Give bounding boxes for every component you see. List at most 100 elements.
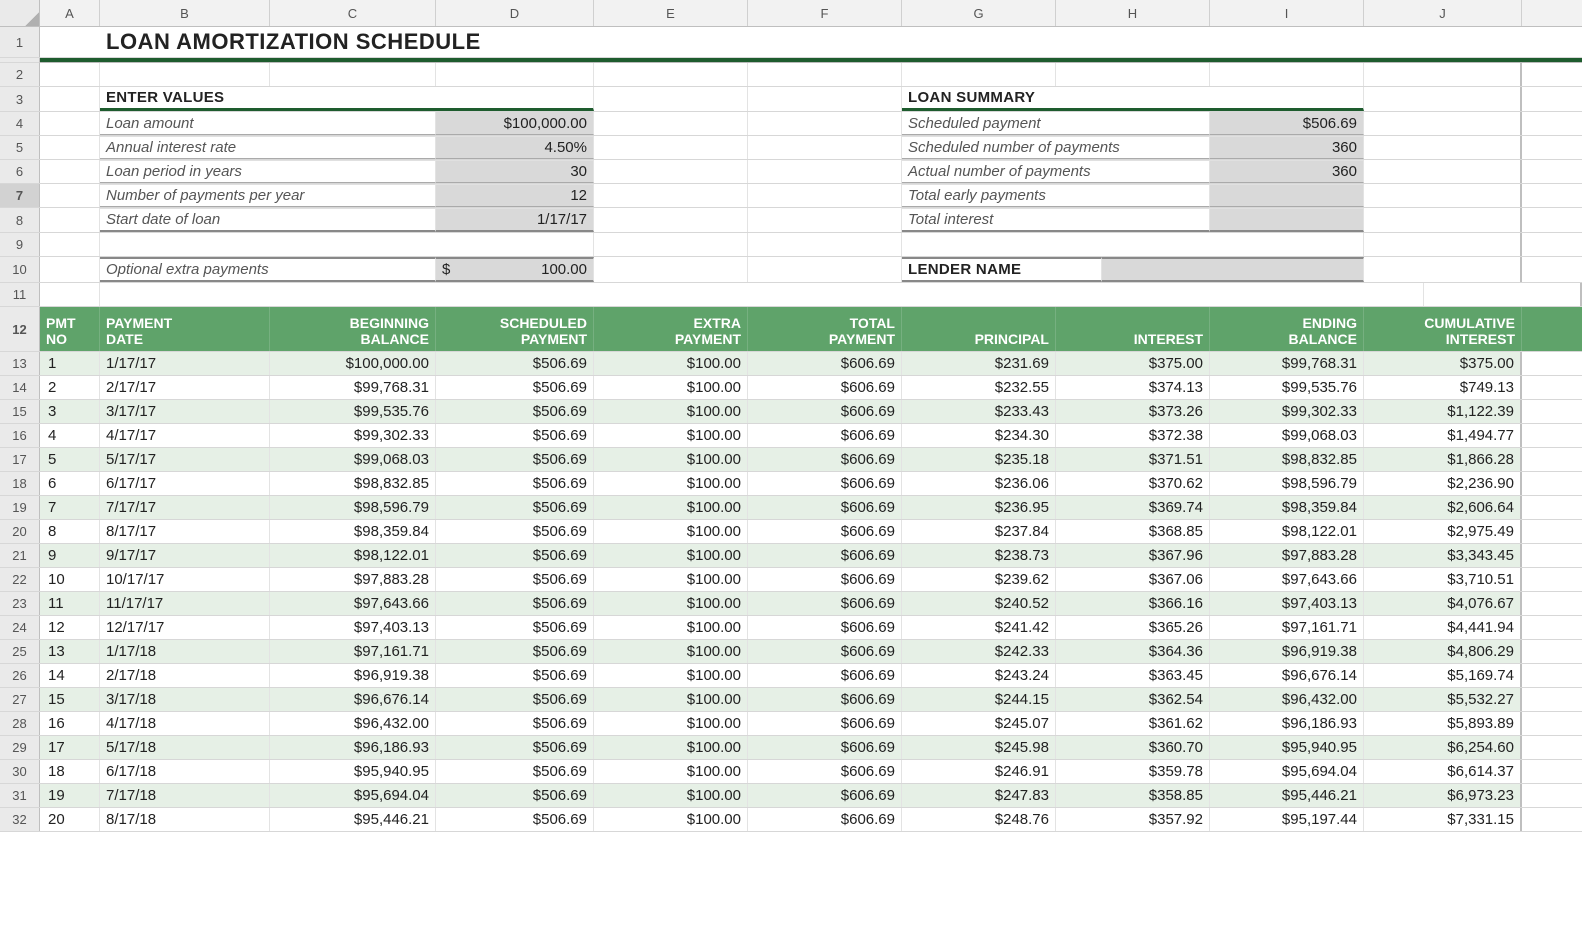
cell-principal[interactable]: $233.43 [902, 400, 1056, 423]
cell-total-payment[interactable]: $606.69 [748, 784, 902, 807]
cell-cumulative-interest[interactable]: $2,236.90 [1364, 472, 1522, 495]
cell-A1[interactable] [40, 27, 100, 57]
enter-value-value[interactable]: 30 [436, 160, 594, 183]
cell-ending-balance[interactable]: $98,122.01 [1210, 520, 1364, 543]
cell-scheduled-payment[interactable]: $506.69 [436, 448, 594, 471]
cell-beginning-balance[interactable]: $99,768.31 [270, 376, 436, 399]
cell-beginning-balance[interactable]: $95,446.21 [270, 808, 436, 831]
cell-pmt-no[interactable]: 3 [40, 400, 100, 423]
loan-summary-label[interactable]: Scheduled payment [902, 112, 1210, 135]
cell-principal[interactable]: $245.07 [902, 712, 1056, 735]
col-extra-payment[interactable]: EXTRAPAYMENT [594, 307, 748, 351]
cell-extra-payment[interactable]: $100.00 [594, 352, 748, 375]
cell-ending-balance[interactable]: $99,302.33 [1210, 400, 1364, 423]
row-header[interactable]: 28 [0, 712, 40, 735]
cell-ending-balance[interactable]: $95,940.95 [1210, 736, 1364, 759]
cell-scheduled-payment[interactable]: $506.69 [436, 712, 594, 735]
cell-beginning-balance[interactable]: $98,359.84 [270, 520, 436, 543]
cell-pmt-no[interactable]: 20 [40, 808, 100, 831]
cell-scheduled-payment[interactable]: $506.69 [436, 424, 594, 447]
col-total-payment[interactable]: TOTALPAYMENT [748, 307, 902, 351]
cell-beginning-balance[interactable]: $95,940.95 [270, 760, 436, 783]
column-header-H[interactable]: H [1056, 0, 1210, 26]
col-payment-date[interactable]: PAYMENTDATE [100, 307, 270, 351]
lender-name-label[interactable]: LENDER NAME [902, 257, 1102, 282]
loan-summary-heading[interactable]: LOAN SUMMARY [902, 87, 1364, 111]
cell-total-payment[interactable]: $606.69 [748, 400, 902, 423]
cell-scheduled-payment[interactable]: $506.69 [436, 688, 594, 711]
cell-total-payment[interactable]: $606.69 [748, 640, 902, 663]
row-header[interactable]: 5 [0, 136, 40, 159]
cell-principal[interactable]: $243.24 [902, 664, 1056, 687]
loan-summary-label[interactable]: Total early payments [902, 184, 1210, 207]
col-interest[interactable]: INTEREST [1056, 307, 1210, 351]
cell-interest[interactable]: $363.45 [1056, 664, 1210, 687]
cell-extra-payment[interactable]: $100.00 [594, 616, 748, 639]
cell-payment-date[interactable]: 7/17/17 [100, 496, 270, 519]
cell-beginning-balance[interactable]: $98,122.01 [270, 544, 436, 567]
row-header[interactable]: 18 [0, 472, 40, 495]
cell-scheduled-payment[interactable]: $506.69 [436, 352, 594, 375]
row-header[interactable]: 24 [0, 616, 40, 639]
cell-principal[interactable]: $246.91 [902, 760, 1056, 783]
cell-principal[interactable]: $238.73 [902, 544, 1056, 567]
cell-principal[interactable]: $239.62 [902, 568, 1056, 591]
cell-beginning-balance[interactable]: $97,403.13 [270, 616, 436, 639]
cell-interest[interactable]: $372.38 [1056, 424, 1210, 447]
cell-interest[interactable]: $357.92 [1056, 808, 1210, 831]
cell-pmt-no[interactable]: 8 [40, 520, 100, 543]
cell-interest[interactable]: $359.78 [1056, 760, 1210, 783]
row-header[interactable]: 25 [0, 640, 40, 663]
cell-pmt-no[interactable]: 4 [40, 424, 100, 447]
col-ending-balance[interactable]: ENDINGBALANCE [1210, 307, 1364, 351]
cell-total-payment[interactable]: $606.69 [748, 352, 902, 375]
cell-total-payment[interactable]: $606.69 [748, 736, 902, 759]
column-header-D[interactable]: D [436, 0, 594, 26]
cell-beginning-balance[interactable]: $96,919.38 [270, 664, 436, 687]
cell-interest[interactable]: $375.00 [1056, 352, 1210, 375]
row-header[interactable]: 29 [0, 736, 40, 759]
cell-ending-balance[interactable]: $95,694.04 [1210, 760, 1364, 783]
enter-value-value[interactable]: $100,000.00 [436, 112, 594, 135]
cell-ending-balance[interactable]: $96,919.38 [1210, 640, 1364, 663]
cell-interest[interactable]: $371.51 [1056, 448, 1210, 471]
cell-pmt-no[interactable]: 7 [40, 496, 100, 519]
col-principal[interactable]: PRINCIPAL [902, 307, 1056, 351]
cell-scheduled-payment[interactable]: $506.69 [436, 736, 594, 759]
row-header[interactable]: 19 [0, 496, 40, 519]
cell-extra-payment[interactable]: $100.00 [594, 760, 748, 783]
cell-ending-balance[interactable]: $96,432.00 [1210, 688, 1364, 711]
cell-interest[interactable]: $370.62 [1056, 472, 1210, 495]
cell-scheduled-payment[interactable]: $506.69 [436, 784, 594, 807]
col-pmt-no[interactable]: PMTNO [40, 307, 100, 351]
cell-cumulative-interest[interactable]: $1,122.39 [1364, 400, 1522, 423]
cell-payment-date[interactable]: 6/17/17 [100, 472, 270, 495]
cell-beginning-balance[interactable]: $97,883.28 [270, 568, 436, 591]
cell-cumulative-interest[interactable]: $2,975.49 [1364, 520, 1522, 543]
column-header-J[interactable]: J [1364, 0, 1522, 26]
cell-cumulative-interest[interactable]: $5,169.74 [1364, 664, 1522, 687]
row-header[interactable]: 4 [0, 112, 40, 135]
cell-cumulative-interest[interactable]: $6,614.37 [1364, 760, 1522, 783]
row-header[interactable]: 2 [0, 63, 40, 86]
row-header[interactable]: 12 [0, 307, 40, 351]
cell-ending-balance[interactable]: $97,883.28 [1210, 544, 1364, 567]
cell-beginning-balance[interactable]: $99,535.76 [270, 400, 436, 423]
cell-beginning-balance[interactable]: $99,068.03 [270, 448, 436, 471]
cell-cumulative-interest[interactable]: $4,441.94 [1364, 616, 1522, 639]
cell-scheduled-payment[interactable]: $506.69 [436, 616, 594, 639]
row-header[interactable]: 1 [0, 27, 40, 57]
cell-total-payment[interactable]: $606.69 [748, 520, 902, 543]
cell-beginning-balance[interactable]: $95,694.04 [270, 784, 436, 807]
cell-scheduled-payment[interactable]: $506.69 [436, 376, 594, 399]
row-header[interactable]: 23 [0, 592, 40, 615]
cell-principal[interactable]: $240.52 [902, 592, 1056, 615]
cell-pmt-no[interactable]: 6 [40, 472, 100, 495]
cell-payment-date[interactable]: 8/17/17 [100, 520, 270, 543]
cell-total-payment[interactable]: $606.69 [748, 448, 902, 471]
cell-payment-date[interactable]: 6/17/18 [100, 760, 270, 783]
cell-pmt-no[interactable]: 11 [40, 592, 100, 615]
cell-pmt-no[interactable]: 18 [40, 760, 100, 783]
column-header-E[interactable]: E [594, 0, 748, 26]
cell-cumulative-interest[interactable]: $5,893.89 [1364, 712, 1522, 735]
